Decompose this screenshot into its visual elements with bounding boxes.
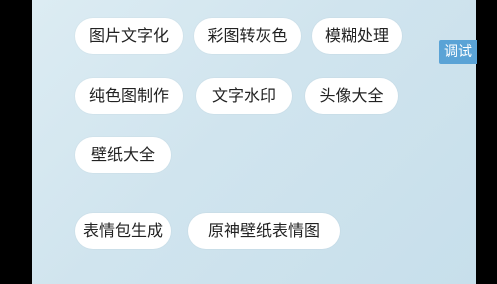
- menu-item-color-to-gray[interactable]: 彩图转灰色: [194, 18, 301, 54]
- menu-item-sticker-maker[interactable]: 表情包生成: [75, 213, 171, 249]
- menu-item-blur[interactable]: 模糊处理: [312, 18, 402, 54]
- app-screen: 图片文字化 彩图转灰色 模糊处理 纯色图制作 文字水印 头像大全 壁纸大全 表情…: [32, 0, 476, 284]
- menu-item-text-watermark[interactable]: 文字水印: [196, 78, 292, 114]
- device-frame: 图片文字化 彩图转灰色 模糊处理 纯色图制作 文字水印 头像大全 壁纸大全 表情…: [0, 0, 497, 284]
- menu-item-genshin-sticker-wallpapers[interactable]: 原神壁纸表情图: [188, 213, 340, 249]
- debug-button[interactable]: 调试: [439, 40, 477, 64]
- menu-item-solid-color-image[interactable]: 纯色图制作: [75, 78, 183, 114]
- menu-item-wallpapers[interactable]: 壁纸大全: [75, 137, 171, 173]
- menu-item-image-to-text[interactable]: 图片文字化: [75, 18, 183, 54]
- menu-item-avatars[interactable]: 头像大全: [305, 78, 398, 114]
